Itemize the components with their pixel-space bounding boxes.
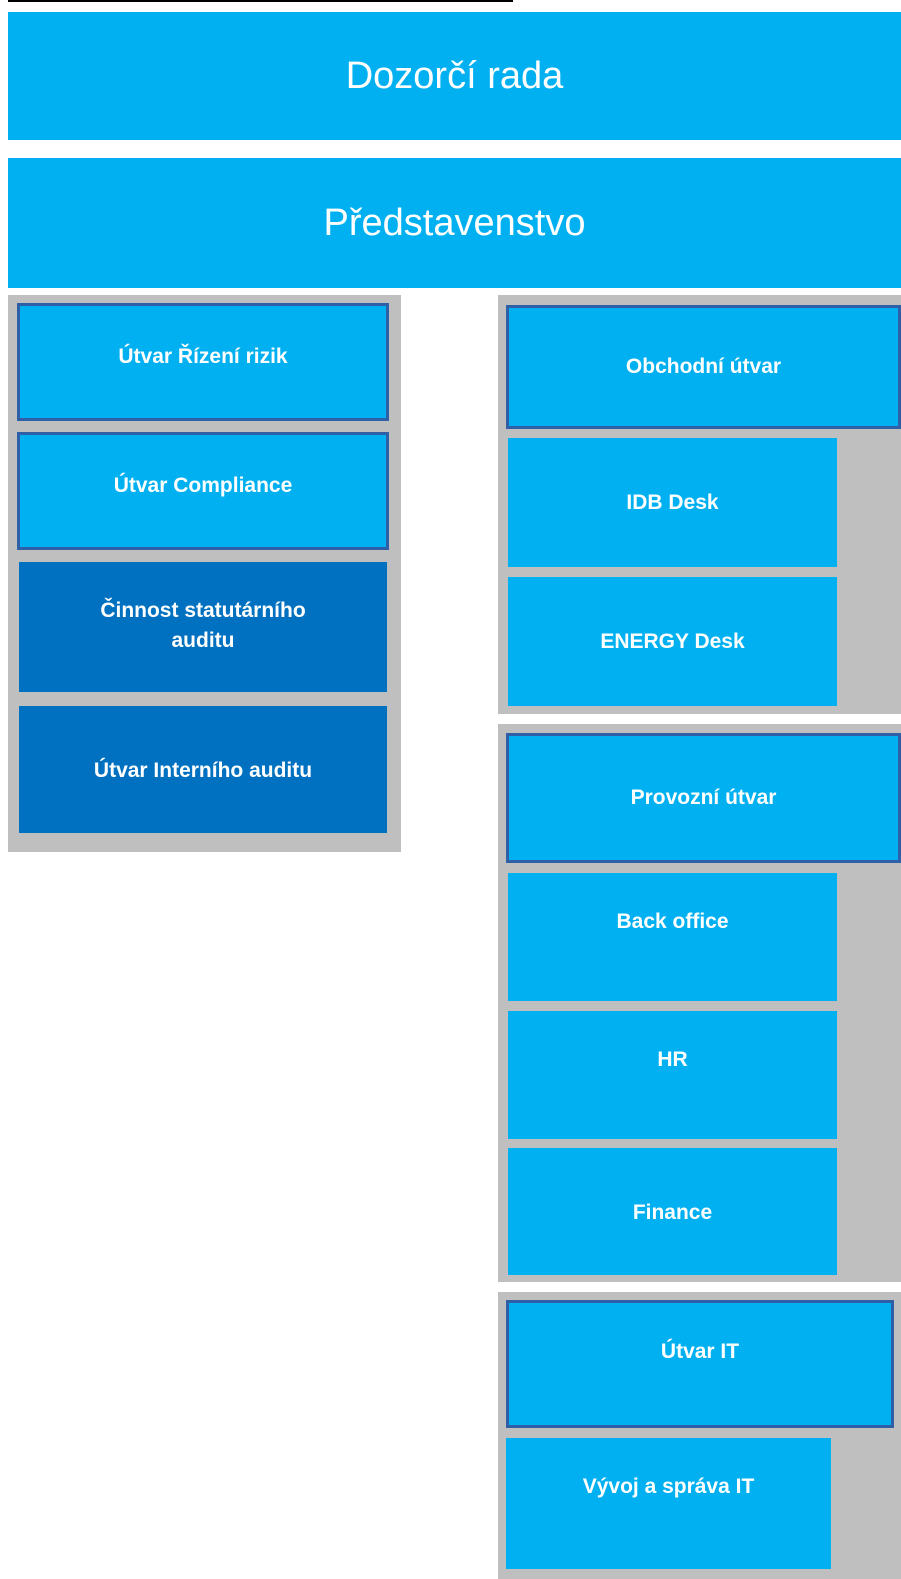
supervisory-board-box: Dozorčí rada: [8, 12, 901, 140]
supervisory-board-label: Dozorčí rada: [345, 54, 564, 97]
energy-desk-unit: ENERGY Desk: [508, 577, 837, 706]
compliance-unit: Útvar Compliance: [17, 432, 389, 550]
energy-desk-label: ENERGY Desk: [600, 629, 745, 653]
operations-unit-head: Provozní útvar: [506, 733, 901, 863]
it-unit-head: Útvar IT: [506, 1300, 894, 1428]
top-rule-line: [8, 0, 513, 2]
operations-unit-label: Provozní útvar: [630, 786, 777, 809]
internal-audit-label: Útvar Interního auditu: [93, 759, 313, 782]
internal-audit-unit: Útvar Interního auditu: [19, 706, 387, 833]
idb-desk-unit: IDB Desk: [508, 438, 837, 567]
it-development-unit: Vývoj a správa IT: [506, 1438, 831, 1569]
it-unit-label: Útvar IT: [660, 1340, 740, 1363]
risk-management-label: Útvar Řízení rizik: [118, 345, 288, 368]
business-unit-label: Obchodní útvar: [625, 355, 782, 378]
statutory-audit-unit: Činnost statutárního auditu: [19, 562, 387, 692]
finance-unit: Finance: [508, 1148, 837, 1275]
hr-unit: HR: [508, 1011, 837, 1139]
idb-desk-label: IDB Desk: [626, 490, 719, 514]
board-of-directors-box: Představenstvo: [8, 158, 901, 288]
back-office-unit: Back office: [508, 873, 837, 1001]
risk-management-unit: Útvar Řízení rizik: [17, 303, 389, 421]
back-office-label: Back office: [616, 910, 729, 933]
it-development-label: Vývoj a správa IT: [582, 1475, 755, 1498]
compliance-label: Útvar Compliance: [113, 474, 293, 497]
hr-label: HR: [657, 1048, 688, 1071]
business-unit-head: Obchodní útvar: [506, 305, 901, 429]
board-of-directors-label: Představenstvo: [323, 201, 586, 244]
statutory-audit-label: Činnost statutárního auditu: [100, 599, 306, 652]
finance-label: Finance: [632, 1201, 713, 1224]
